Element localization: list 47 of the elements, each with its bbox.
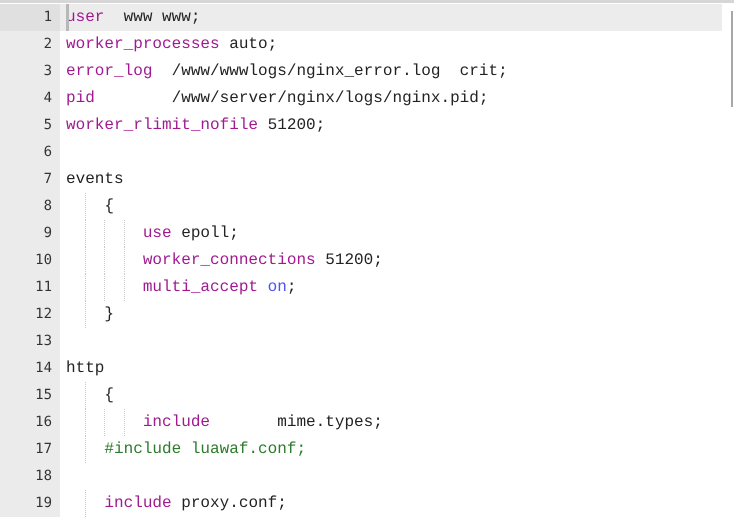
line-number: 13 [0, 328, 60, 355]
value-text: on [266, 277, 287, 298]
line-number: 6 [0, 139, 60, 166]
code-text: events [66, 169, 124, 190]
code-text: http [66, 358, 104, 379]
line-number: 16 [0, 409, 60, 436]
code-text: { [104, 385, 114, 406]
line-number: 12 [0, 301, 60, 328]
code-text: /www/server/nginx/logs/nginx.pid; [170, 88, 488, 109]
text-cursor [66, 4, 69, 31]
code-text: { [104, 196, 114, 217]
directive-text: include [104, 493, 172, 514]
code-text: epoll; [180, 223, 239, 244]
scrollbar[interactable] [731, 11, 733, 107]
code-text: /www/wwwlogs/nginx_error.log crit; [170, 61, 508, 82]
code-text: mime.types; [276, 412, 383, 433]
line-number: 8 [0, 193, 60, 220]
code-text: www www; [122, 7, 200, 28]
code-text: 51200; [324, 250, 383, 271]
line-number: 11 [0, 274, 60, 301]
directive-text: pid [66, 88, 95, 109]
line-number: 2 [0, 31, 60, 58]
line-number: 5 [0, 112, 60, 139]
line-number: 10 [0, 247, 60, 274]
line-number: 7 [0, 166, 60, 193]
code-text: } [104, 304, 114, 325]
directive-text: worker_connections [142, 250, 316, 271]
directive-text: multi_accept [142, 277, 258, 298]
line-number: 14 [0, 355, 60, 382]
code-text: auto; [228, 34, 278, 55]
line-number: 1 [0, 4, 60, 31]
line-number: 15 [0, 382, 60, 409]
line-number: 9 [0, 220, 60, 247]
directive-text: error_log [66, 61, 152, 82]
line-number: 19 [0, 490, 60, 517]
code-text: proxy.conf; [180, 493, 287, 514]
directive-text: worker_rlimit_nofile [66, 115, 258, 136]
line-number: 18 [0, 463, 60, 490]
comment-text: #include luawaf.conf; [104, 439, 306, 460]
directive-text: worker_processes [66, 34, 220, 55]
line-number: 4 [0, 85, 60, 112]
code-text: ; [286, 277, 296, 298]
directive-text: include [142, 412, 210, 433]
code-text: 51200; [266, 115, 326, 136]
directive-text: use [142, 223, 172, 244]
line-number: 17 [0, 436, 60, 463]
line-number: 3 [0, 58, 60, 85]
